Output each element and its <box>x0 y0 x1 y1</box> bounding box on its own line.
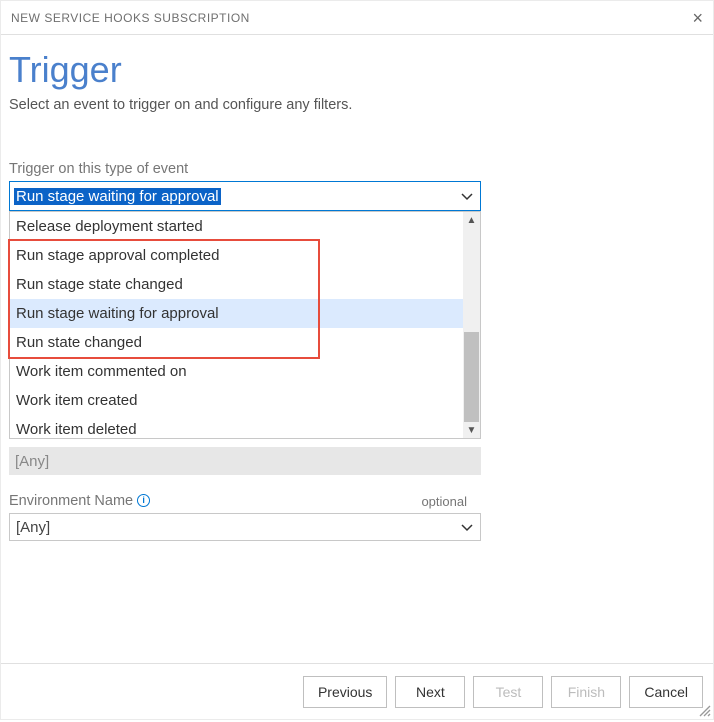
previous-button[interactable]: Previous <box>303 676 387 708</box>
scrollbar-track[interactable]: ▲ ▼ <box>463 212 480 438</box>
event-option[interactable]: Work item commented on <box>10 357 480 386</box>
dialog-body: Trigger Select an event to trigger on an… <box>1 35 713 663</box>
event-dropdown: Release deployment startedRun stage appr… <box>9 211 481 439</box>
scroll-up-icon[interactable]: ▲ <box>464 212 479 228</box>
dialog-header: NEW SERVICE HOOKS SUBSCRIPTION × <box>1 1 713 35</box>
event-option[interactable]: Work item created <box>10 386 480 415</box>
event-option[interactable]: Run stage state changed <box>10 270 480 299</box>
environment-select[interactable]: [Any] <box>9 513 481 541</box>
event-select[interactable]: Run stage waiting for approval <box>9 181 481 211</box>
chevron-down-icon <box>460 520 474 534</box>
event-option[interactable]: Work item deleted <box>10 415 480 444</box>
optional-tag: optional <box>421 494 467 509</box>
scrollbar-thumb[interactable] <box>464 332 479 428</box>
event-field-label: Trigger on this type of event <box>9 161 705 177</box>
environment-field: Environment Name i optional [Any] <box>9 493 705 541</box>
scroll-down-icon[interactable]: ▼ <box>464 422 479 438</box>
event-option[interactable]: Run stage approval completed <box>10 241 480 270</box>
environment-select-value: [Any] <box>16 519 50 536</box>
environment-label-text: Environment Name <box>9 493 133 509</box>
pipeline-field: [Any] <box>9 447 705 475</box>
dialog-title: NEW SERVICE HOOKS SUBSCRIPTION <box>11 11 250 25</box>
event-option[interactable]: Release deployment started <box>10 212 480 241</box>
page-heading: Trigger <box>9 49 705 91</box>
page-subtitle: Select an event to trigger on and config… <box>9 97 705 113</box>
event-option[interactable]: Run stage waiting for approval <box>10 299 480 328</box>
event-option[interactable]: Run state changed <box>10 328 480 357</box>
cancel-button[interactable]: Cancel <box>629 676 703 708</box>
dialog-footer: Previous Next Test Finish Cancel <box>1 663 713 719</box>
environment-field-label: Environment Name i optional <box>9 493 705 509</box>
finish-button[interactable]: Finish <box>551 676 621 708</box>
dialog: NEW SERVICE HOOKS SUBSCRIPTION × Trigger… <box>0 0 714 720</box>
event-select-value: Run stage waiting for approval <box>14 188 221 205</box>
close-icon[interactable]: × <box>692 9 703 27</box>
info-icon[interactable]: i <box>137 494 150 507</box>
pipeline-select-disabled: [Any] <box>9 447 481 475</box>
test-button[interactable]: Test <box>473 676 543 708</box>
event-field: Trigger on this type of event Run stage … <box>9 161 705 211</box>
next-button[interactable]: Next <box>395 676 465 708</box>
chevron-down-icon <box>460 189 474 203</box>
resize-grip-icon[interactable] <box>697 703 711 717</box>
